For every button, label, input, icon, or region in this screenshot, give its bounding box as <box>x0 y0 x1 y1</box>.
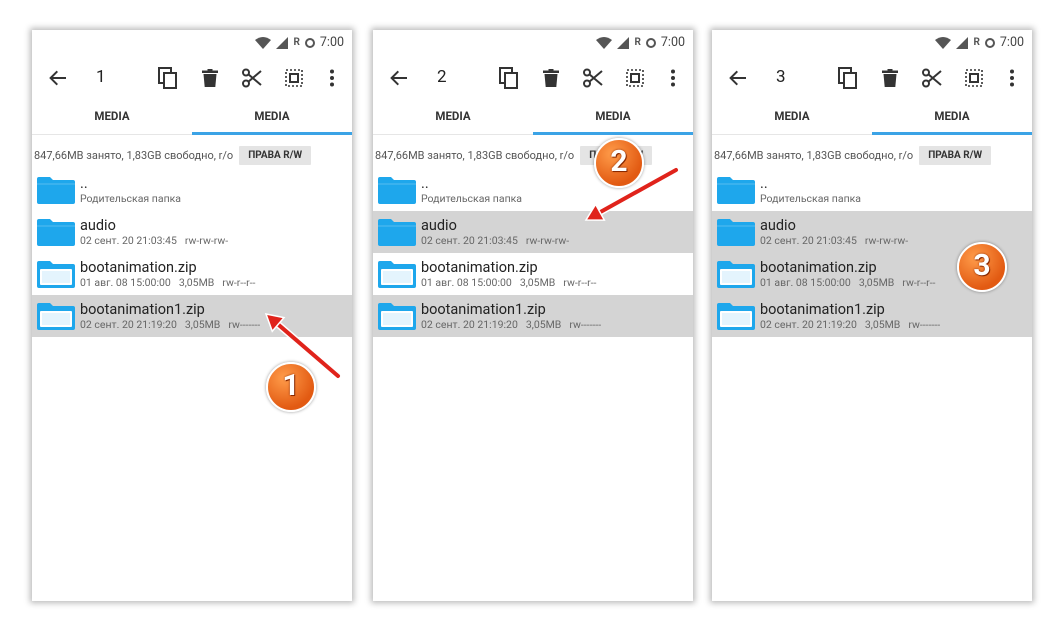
arrow-2 <box>584 166 680 221</box>
